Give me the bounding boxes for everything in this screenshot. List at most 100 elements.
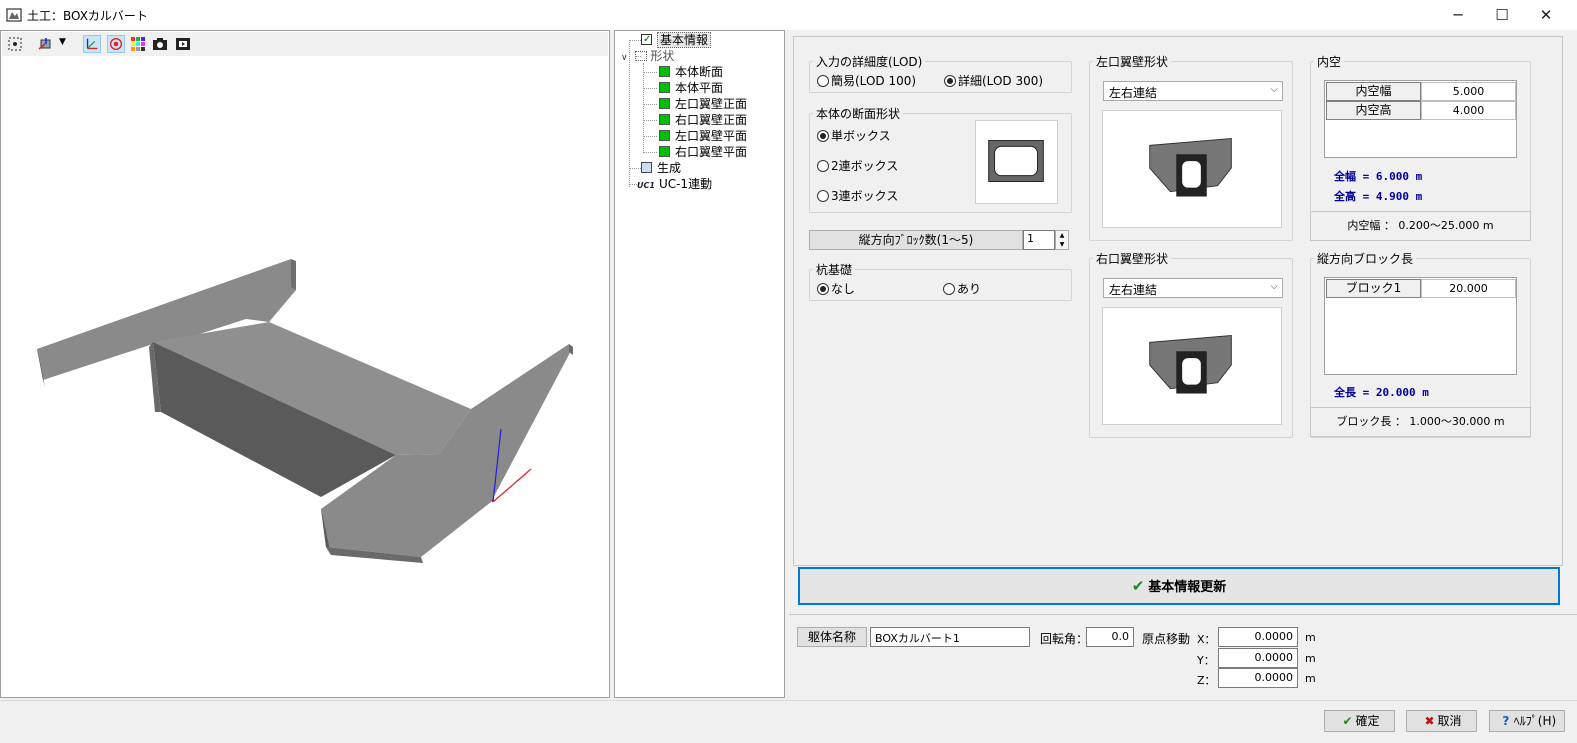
inner-height-cell[interactable]: 4.000: [1421, 101, 1516, 120]
tree-item-shape[interactable]: ∨ 形状: [621, 48, 674, 64]
status-green-icon: [659, 114, 670, 125]
block-length-label: 縦方向ブロック長: [1314, 250, 1417, 267]
tree-item-left-wing-plan[interactable]: 左口翼壁平面: [659, 128, 747, 144]
pile-none-radio[interactable]: なし: [817, 280, 855, 297]
camera-icon[interactable]: [151, 35, 169, 53]
double-box-radio[interactable]: 2連ボックス: [817, 157, 898, 174]
tree-item-generate[interactable]: 生成: [641, 160, 681, 176]
inner-range-text: 内空幅 ： 0.200～25.000 m: [1310, 211, 1531, 241]
film-icon[interactable]: [174, 35, 192, 53]
pile-label: 杭基礎: [813, 261, 856, 278]
total-length-text: 全長 = 20.000 m: [1334, 386, 1429, 399]
axis-icon[interactable]: [83, 35, 101, 53]
z-unit: m: [1305, 672, 1316, 685]
window-title: 土工：BOXカルバート: [27, 9, 148, 23]
help-button[interactable]: ? ﾍﾙﾌﾟ(H): [1489, 710, 1565, 732]
section-shape-label: 本体の断面形状: [813, 105, 904, 122]
view-rotate-icon[interactable]: [37, 35, 55, 53]
settings-panel: 入力の詳細度(LOD) 簡易(LOD 100) 詳細(LOD 300) 本体の断…: [793, 36, 1563, 566]
target-icon[interactable]: [107, 35, 125, 53]
pile-yes-radio[interactable]: あり: [943, 280, 981, 297]
origin-z-input[interactable]: 0.0000: [1218, 668, 1298, 688]
dropdown-arrow-icon[interactable]: ▼: [59, 37, 66, 47]
tree-item-basic-info[interactable]: ✓ 基本情報: [641, 32, 712, 48]
3d-view-panel[interactable]: ▼: [0, 30, 610, 698]
total-height-text: 全高 = 4.900 m: [1334, 190, 1423, 203]
generate-icon: [641, 162, 652, 173]
tree-item-left-wing-front[interactable]: 左口翼壁正面: [659, 96, 747, 112]
rotation-label: 回転角：: [1040, 632, 1089, 646]
update-basic-info-button[interactable]: ✔ 基本情報更新: [798, 567, 1560, 605]
status-green-icon: [659, 66, 670, 77]
cancel-button[interactable]: ✖ 取消: [1406, 710, 1477, 732]
lod-simple-radio[interactable]: 簡易(LOD 100): [817, 72, 916, 89]
color-palette-icon[interactable]: [129, 35, 147, 53]
tree-item-uc1-link[interactable]: UC1 UC-1連動: [637, 176, 712, 192]
chevron-down-icon: ⌵: [1270, 281, 1278, 292]
chevron-down-icon[interactable]: ∨: [621, 53, 628, 63]
check-icon: ✓: [641, 34, 652, 45]
inner-width-cell[interactable]: 5.000: [1421, 82, 1516, 101]
spin-down-icon[interactable]: ▼: [1056, 240, 1068, 249]
folder-icon: [635, 51, 648, 61]
body-name-input[interactable]: BOXカルバート1: [870, 627, 1030, 647]
left-wing-select[interactable]: 左右連結 ⌵: [1103, 81, 1283, 101]
x-unit: m: [1305, 631, 1316, 644]
radio-selected-icon: [817, 283, 829, 295]
status-green-icon: [659, 82, 670, 93]
status-green-icon: [659, 146, 670, 157]
inner-width-header: 内空幅: [1326, 82, 1421, 101]
right-wing-preview-image: [1102, 307, 1282, 425]
inner-height-header: 内空高: [1326, 101, 1421, 120]
tree-panel: ✓ 基本情報 ∨ 形状 本体断面 本体平面 左口翼壁正面 右口翼壁正面 左口翼壁平…: [614, 30, 785, 698]
chevron-down-icon: ⌵: [1270, 84, 1278, 95]
y-label: Y：: [1197, 654, 1215, 667]
y-unit: m: [1305, 652, 1316, 665]
ok-button[interactable]: ✔ 確定: [1324, 710, 1395, 732]
single-box-radio[interactable]: 単ボックス: [817, 127, 891, 144]
origin-y-input[interactable]: 0.0000: [1218, 648, 1298, 668]
total-width-text: 全幅 = 6.000 m: [1334, 170, 1423, 183]
placement-area: 躯体名称 BOXカルバート1 回転角： 0.0 原点移動 X： 0.0000 m…: [789, 614, 1577, 699]
tree-item-right-wing-plan[interactable]: 右口翼壁平面: [659, 144, 747, 160]
rotation-input[interactable]: 0.0: [1086, 627, 1134, 647]
block1-header: ブロック1: [1326, 279, 1421, 298]
block1-cell[interactable]: 20.000: [1421, 279, 1516, 298]
radio-icon: [817, 160, 829, 172]
title-bar: 土工：BOXカルバート ─ ☐ ✕: [0, 0, 1577, 30]
body-name-label: 躯体名称: [797, 627, 867, 647]
tree-item-right-wing-front[interactable]: 右口翼壁正面: [659, 112, 747, 128]
right-wing-select[interactable]: 左右連結 ⌵: [1103, 278, 1283, 298]
block-count-label: 縦方向ﾌﾞﾛｯｸ数(1～5): [809, 230, 1023, 250]
close-button[interactable]: ✕: [1524, 0, 1568, 30]
x-label: X：: [1197, 633, 1216, 646]
inner-space-label: 内空: [1314, 53, 1345, 70]
radio-icon: [817, 190, 829, 202]
status-green-icon: [659, 98, 670, 109]
left-wing-label: 左口翼壁形状: [1093, 53, 1172, 70]
section-preview-image: [975, 120, 1058, 204]
block-length-range-text: ブロック長 ： 1.000～30.000 m: [1310, 407, 1531, 437]
question-icon: ?: [1502, 714, 1510, 728]
origin-x-input[interactable]: 0.0000: [1218, 627, 1298, 647]
spin-up-icon[interactable]: ▲: [1056, 231, 1068, 240]
radio-icon: [817, 75, 829, 87]
app-icon: [6, 8, 22, 22]
fit-view-icon[interactable]: [6, 35, 24, 53]
lod-detail-radio[interactable]: 詳細(LOD 300): [944, 72, 1043, 89]
minimize-button[interactable]: ─: [1436, 0, 1480, 30]
3d-model-viewport[interactable]: [1, 57, 607, 697]
radio-selected-icon: [817, 130, 829, 142]
tree-item-body-plan[interactable]: 本体平面: [659, 80, 723, 96]
lod-label: 入力の詳細度(LOD): [813, 53, 926, 70]
origin-move-label: 原点移動: [1142, 632, 1191, 646]
maximize-button[interactable]: ☐: [1480, 0, 1524, 30]
status-green-icon: [659, 130, 670, 141]
inner-space-table: 内空幅 5.000 内空高 4.000: [1324, 80, 1517, 158]
tree-item-body-section[interactable]: 本体断面: [659, 64, 723, 80]
right-wing-label: 右口翼壁形状: [1093, 250, 1172, 267]
block-count-input[interactable]: 1: [1023, 230, 1055, 250]
triple-box-radio[interactable]: 3連ボックス: [817, 187, 898, 204]
block-count-spinner[interactable]: ▲ ▼: [1055, 230, 1069, 250]
uc1-icon: UC1: [637, 181, 655, 190]
